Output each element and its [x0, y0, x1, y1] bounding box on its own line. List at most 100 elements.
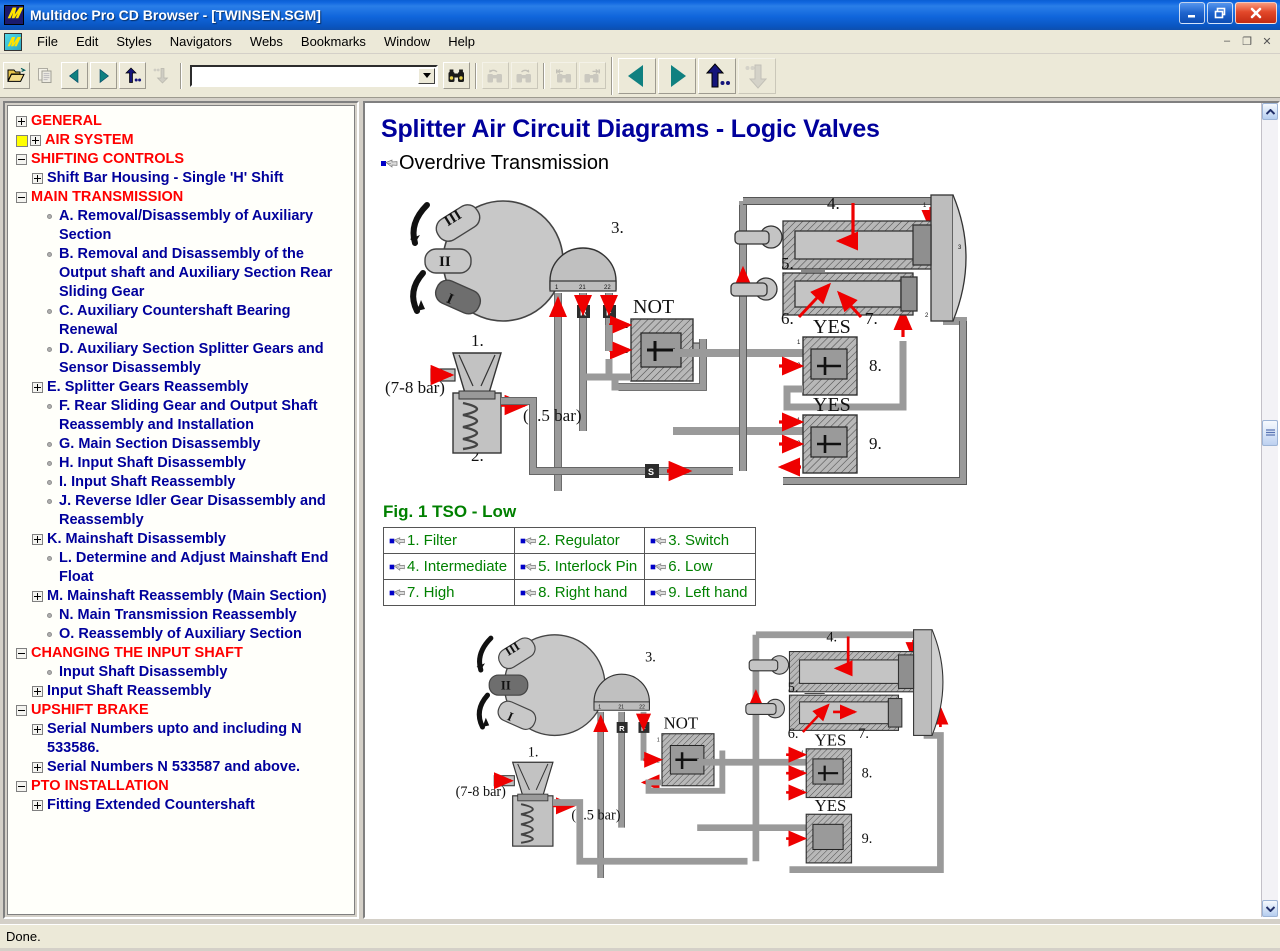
tree-item[interactable]: Fitting Extended Countershaft [10, 796, 352, 815]
tree-leaf-bullet-icon [47, 499, 52, 504]
legend-cell[interactable]: 3. Switch [645, 528, 755, 554]
svg-text:8.: 8. [862, 765, 873, 781]
tree-item[interactable]: E. Splitter Gears Reassembly [10, 378, 352, 397]
navigation-tree[interactable]: GENERALAIR SYSTEMSHIFTING CONTROLSShift … [7, 105, 355, 915]
tree-item[interactable]: D. Auxiliary Section Splitter Gears and … [10, 340, 352, 378]
search-combo[interactable] [190, 65, 438, 87]
tree-collapse-icon[interactable] [16, 705, 27, 716]
tree-item[interactable]: M. Mainshaft Reassembly (Main Section) [10, 587, 352, 606]
tree-collapse-icon[interactable] [16, 192, 27, 203]
tree-item[interactable]: Shift Bar Housing - Single 'H' Shift [10, 169, 352, 188]
scroll-down-button[interactable] [1262, 900, 1278, 917]
tree-item[interactable]: AIR SYSTEM [10, 131, 352, 150]
menu-item-file[interactable]: File [28, 31, 67, 52]
tree-item[interactable]: C. Auxiliary Countershaft Bearing Renewa… [10, 302, 352, 340]
parent-topic-button[interactable] [698, 58, 736, 94]
tree-expand-icon[interactable] [16, 116, 27, 127]
tree-item[interactable]: I. Input Shaft Reassembly [10, 473, 352, 492]
restore-button[interactable] [1207, 2, 1233, 24]
minimize-icon [1186, 7, 1198, 19]
copy-button[interactable] [32, 62, 59, 89]
menu-item-styles[interactable]: Styles [107, 31, 160, 52]
legend-cell[interactable]: 6. Low [645, 554, 755, 580]
tree-item[interactable]: Serial Numbers N 533587 and above. [10, 758, 352, 777]
legend-cell[interactable]: 1. Filter [384, 528, 515, 554]
scroll-up-button[interactable] [1262, 103, 1278, 120]
tree-collapse-icon[interactable] [16, 648, 27, 659]
menu-item-bookmarks[interactable]: Bookmarks [292, 31, 375, 52]
legend-cell[interactable]: 4. Intermediate [384, 554, 515, 580]
tree-leaf-bullet-icon [47, 309, 52, 314]
tree-expand-icon[interactable] [32, 724, 43, 735]
history-forward-button[interactable] [658, 58, 696, 94]
tree-item[interactable]: SHIFTING CONTROLS [10, 150, 352, 169]
tree-item[interactable]: H. Input Shaft Disassembly [10, 454, 352, 473]
menu-item-navigators[interactable]: Navigators [161, 31, 241, 52]
tree-expand-icon[interactable] [32, 591, 43, 602]
close-button[interactable] [1235, 2, 1277, 24]
legend-cell[interactable]: 8. Right hand [515, 580, 645, 606]
tree-expand-icon[interactable] [32, 382, 43, 393]
tree-item[interactable]: Input Shaft Reassembly [10, 682, 352, 701]
tree-item[interactable]: F. Rear Sliding Gear and Output Shaft Re… [10, 397, 352, 435]
find-next-button[interactable] [511, 62, 538, 89]
svg-text:6.: 6. [788, 726, 799, 742]
legend-cell[interactable]: 2. Regulator [515, 528, 645, 554]
menu-item-webs[interactable]: Webs [241, 31, 292, 52]
tree-item[interactable]: B. Removal and Disassembly of the Output… [10, 245, 352, 302]
menu-item-help[interactable]: Help [439, 31, 484, 52]
tree-item[interactable]: UPSHIFT BRAKE [10, 701, 352, 720]
tree-expand-icon[interactable] [30, 135, 41, 146]
tree-item[interactable]: Input Shaft Disassembly [10, 663, 352, 682]
open-folder-button[interactable] [3, 62, 30, 89]
tree-expand-icon[interactable] [32, 534, 43, 545]
document-vertical-scrollbar[interactable] [1261, 103, 1278, 917]
tree-expand-icon[interactable] [32, 686, 43, 697]
tree-item[interactable]: GENERAL [10, 112, 352, 131]
document-subtitle-link[interactable]: Overdrive Transmission [381, 152, 1247, 175]
tree-item[interactable]: L. Determine and Adjust Mainshaft End Fl… [10, 549, 352, 587]
find-first-button[interactable] [550, 62, 577, 89]
legend-cell[interactable]: 7. High [384, 580, 515, 606]
tree-item[interactable]: N. Main Transmission Reassembly [10, 606, 352, 625]
mdi-close-button[interactable]: ✕ [1258, 32, 1276, 50]
tree-item[interactable]: PTO INSTALLATION [10, 777, 352, 796]
tree-item[interactable]: CHANGING THE INPUT SHAFT [10, 644, 352, 663]
svg-text:9.: 9. [862, 831, 873, 847]
scroll-track-upper[interactable] [1262, 120, 1278, 420]
scroll-track-lower[interactable] [1262, 446, 1278, 900]
tree-item[interactable]: G. Main Section Disassembly [10, 435, 352, 454]
find-previous-icon [486, 68, 505, 84]
child-topic-button[interactable] [738, 58, 776, 94]
tree-item[interactable]: A. Removal/Disassembly of Auxiliary Sect… [10, 207, 352, 245]
legend-cell[interactable]: 5. Interlock Pin [515, 554, 645, 580]
tree-item[interactable]: Serial Numbers upto and including N 5335… [10, 720, 352, 758]
tree-item[interactable]: J. Reverse Idler Gear Disassembly and Re… [10, 492, 352, 530]
mdi-restore-button[interactable]: ❐ [1238, 32, 1256, 50]
navigate-forward-button[interactable] [90, 62, 117, 89]
svg-text:YES: YES [813, 394, 851, 416]
tree-expand-icon[interactable] [32, 762, 43, 773]
legend-cell[interactable]: 9. Left hand [645, 580, 755, 606]
find-button[interactable] [443, 62, 470, 89]
menu-item-window[interactable]: Window [375, 31, 439, 52]
history-back-button[interactable] [618, 58, 656, 94]
search-combo-dropdown-button[interactable] [418, 68, 435, 84]
tree-expand-icon[interactable] [32, 173, 43, 184]
navigate-back-button[interactable] [61, 62, 88, 89]
go-down-button[interactable] [148, 62, 175, 89]
tree-item[interactable]: MAIN TRANSMISSION [10, 188, 352, 207]
find-last-button[interactable] [579, 62, 606, 89]
mdi-minimize-button[interactable]: – [1218, 32, 1236, 50]
scroll-thumb[interactable] [1262, 420, 1278, 446]
tree-item[interactable]: O. Reassembly of Auxiliary Section [10, 625, 352, 644]
go-up-button[interactable] [119, 62, 146, 89]
tree-collapse-icon[interactable] [16, 154, 27, 165]
tree-collapse-icon[interactable] [16, 781, 27, 792]
menu-item-edit[interactable]: Edit [67, 31, 107, 52]
tree-expand-icon[interactable] [32, 800, 43, 811]
minimize-button[interactable] [1179, 2, 1205, 24]
tree-item[interactable]: K. Mainshaft Disassembly [10, 530, 352, 549]
restore-icon [1214, 7, 1226, 19]
find-previous-button[interactable] [482, 62, 509, 89]
